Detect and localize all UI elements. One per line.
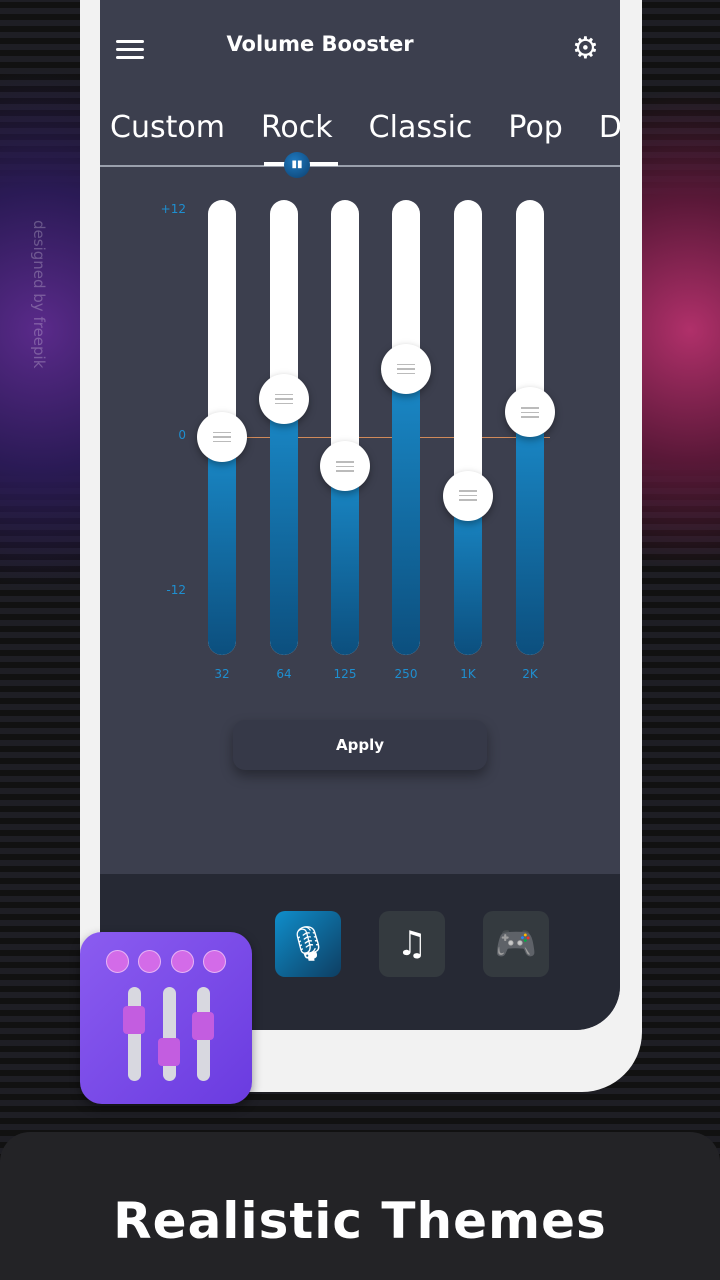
watermark: designed by freepik bbox=[30, 220, 48, 369]
tab-custom[interactable]: Custom bbox=[110, 110, 225, 145]
slider-knob-250[interactable] bbox=[381, 343, 431, 394]
slider-track-250[interactable] bbox=[392, 200, 420, 655]
preset-tabs: Custom Rock Classic Pop D bbox=[110, 110, 620, 145]
band-label: 32 bbox=[214, 667, 230, 681]
tab-divider bbox=[100, 165, 620, 167]
slider-knob-64[interactable] bbox=[259, 374, 309, 425]
slider-track-1K[interactable] bbox=[454, 200, 482, 655]
slider-fill bbox=[270, 399, 298, 655]
mode-microphone[interactable]: 🎙 bbox=[275, 911, 341, 977]
zero-line bbox=[205, 437, 550, 438]
slider-knob-125[interactable] bbox=[320, 441, 370, 492]
slider-knob-2K[interactable] bbox=[505, 387, 555, 438]
band-label: 125 bbox=[333, 667, 357, 681]
apply-button[interactable]: Apply bbox=[233, 720, 487, 770]
tab-rock[interactable]: Rock bbox=[261, 110, 333, 145]
tab-classic[interactable]: Classic bbox=[369, 110, 473, 145]
band-label: 1K bbox=[460, 667, 476, 681]
microphone-icon: 🎙 bbox=[286, 924, 330, 964]
slider-track-125[interactable] bbox=[331, 200, 359, 655]
band-label: 2K bbox=[522, 667, 538, 681]
slider-knob-1K[interactable] bbox=[443, 470, 493, 521]
slider-track-64[interactable] bbox=[270, 200, 298, 655]
y-label-mid: 0 bbox=[178, 428, 186, 442]
band-label: 250 bbox=[394, 667, 418, 681]
mode-game[interactable]: 🎮 bbox=[483, 911, 549, 977]
caption-title: Realistic Themes bbox=[113, 1192, 607, 1250]
tab-more[interactable]: D bbox=[599, 110, 620, 145]
app-logo bbox=[80, 932, 252, 1104]
y-label-min: -12 bbox=[166, 583, 186, 597]
gamepad-icon: 🎮 bbox=[494, 924, 538, 964]
app-screen: Volume Booster ⚙ Custom Rock Classic Pop… bbox=[100, 0, 620, 1030]
equalizer-icon: ▮▮ bbox=[284, 152, 310, 178]
slider-fill bbox=[331, 466, 359, 655]
y-label-max: +12 bbox=[160, 202, 186, 216]
app-title: Volume Booster bbox=[226, 32, 414, 56]
music-note-icon: ♫ bbox=[396, 924, 428, 964]
slider-fill bbox=[208, 437, 236, 655]
phone-frame: Volume Booster ⚙ Custom Rock Classic Pop… bbox=[80, 0, 642, 1092]
mode-music[interactable]: ♫ bbox=[379, 911, 445, 977]
tab-pop[interactable]: Pop bbox=[508, 110, 562, 145]
gear-icon[interactable]: ⚙ bbox=[572, 34, 599, 64]
slider-fill bbox=[516, 412, 544, 655]
slider-fill bbox=[392, 368, 420, 655]
slider-knob-32[interactable] bbox=[197, 412, 247, 462]
band-label: 64 bbox=[276, 667, 292, 681]
caption-panel: Realistic Themes bbox=[0, 1132, 720, 1280]
